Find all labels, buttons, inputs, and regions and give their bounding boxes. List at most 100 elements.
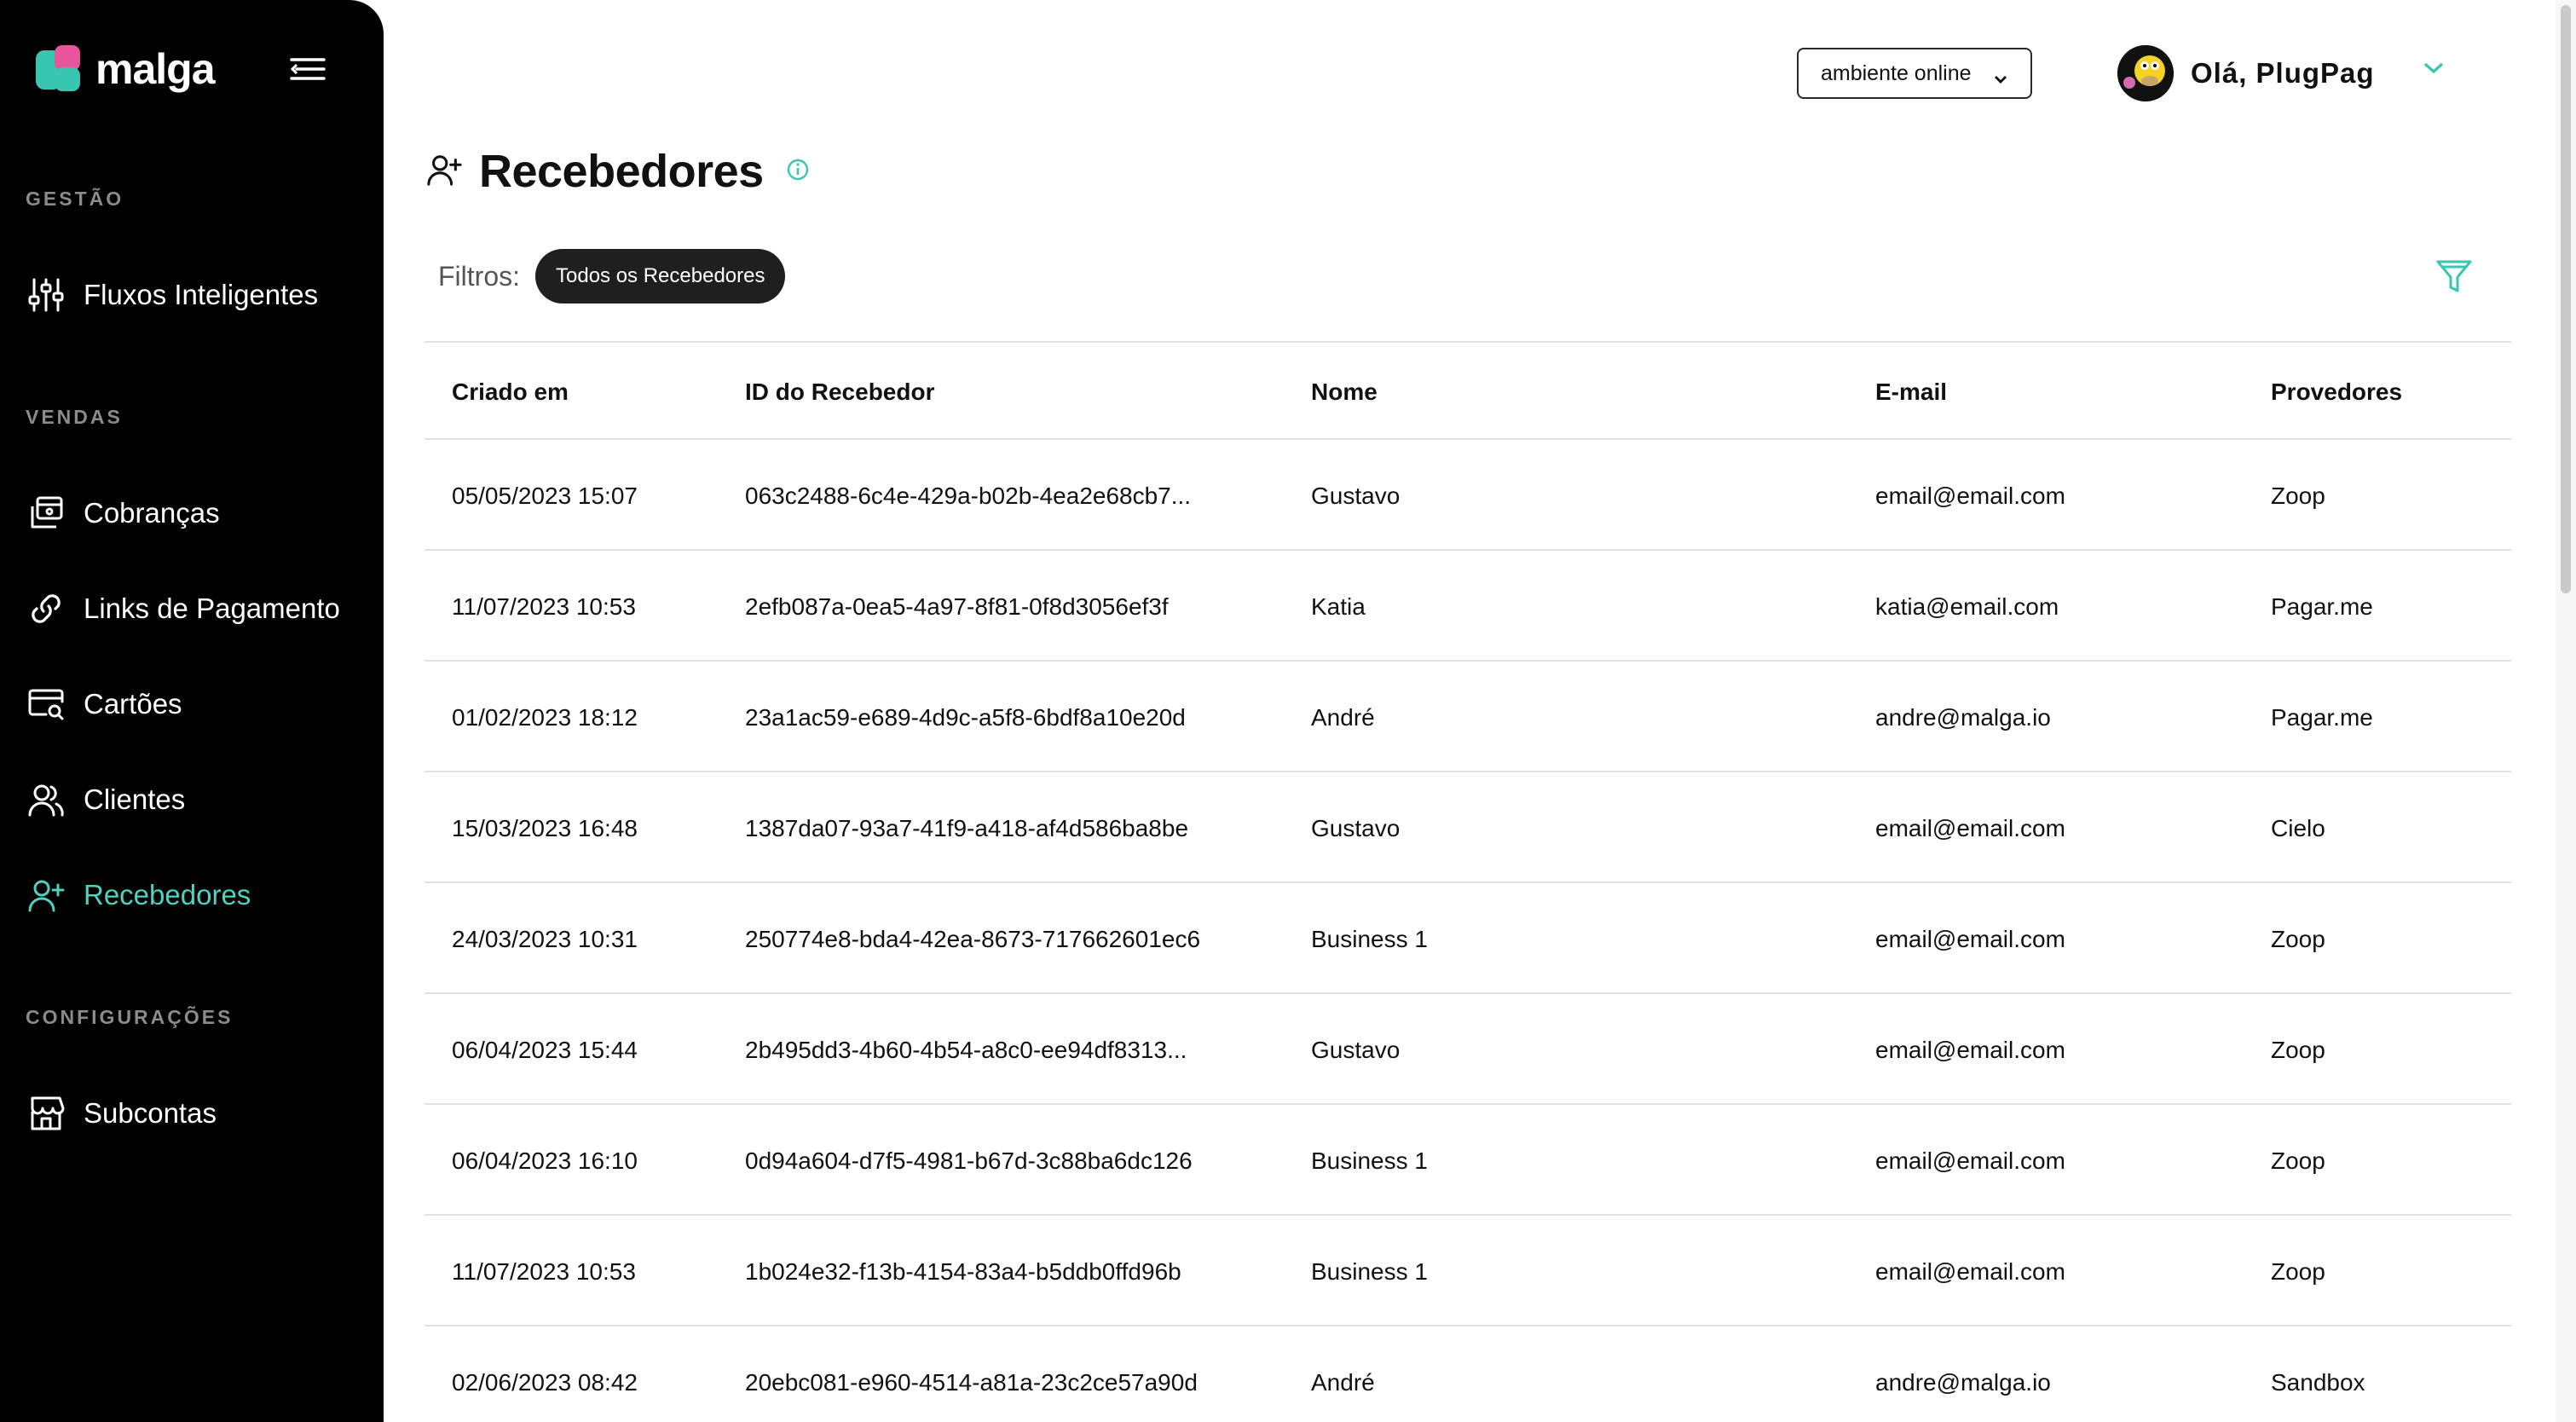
cell-name: Gustavo xyxy=(1311,483,1401,509)
menu-toggle-icon[interactable] xyxy=(290,56,326,82)
page-header: Recebedores xyxy=(426,145,810,198)
column-header-email[interactable]: E-mail xyxy=(1875,379,1947,406)
cell-provider: Sandbox xyxy=(2271,1369,2365,1396)
sidebar-item-links-de-pagamento[interactable]: Links de Pagamento xyxy=(26,585,340,633)
table-row[interactable]: 06/04/2023 15:44 2b495dd3-4b60-4b54-a8c0… xyxy=(425,994,2511,1105)
cell-id: 063c2488-6c4e-429a-b02b-4ea2e68cb7... xyxy=(745,483,1192,509)
column-header-criado-em[interactable]: Criado em xyxy=(452,379,569,406)
cell-name: Katia xyxy=(1311,593,1366,620)
user-greeting: Olá, PlugPag xyxy=(2191,57,2375,89)
cell-name: Business 1 xyxy=(1311,926,1428,952)
sidebar-item-label: Links de Pagamento xyxy=(84,592,340,624)
sidebar-item-cartoes[interactable]: Cartões xyxy=(26,680,182,728)
cell-email: email@email.com xyxy=(1875,815,2065,841)
table-row[interactable]: 15/03/2023 16:48 1387da07-93a7-41f9-a418… xyxy=(425,772,2511,883)
table-row[interactable]: 24/03/2023 10:31 250774e8-bda4-42ea-8673… xyxy=(425,883,2511,994)
sidebar-item-label: Fluxos Inteligentes xyxy=(84,279,319,310)
table-row[interactable]: 01/02/2023 18:12 23a1ac59-e689-4d9c-a5f8… xyxy=(425,662,2511,772)
cell-created: 11/07/2023 10:53 xyxy=(452,1258,636,1285)
column-header-provedores[interactable]: Provedores xyxy=(2271,379,2402,406)
vertical-scrollbar[interactable] xyxy=(2556,0,2576,1422)
malga-logo[interactable]: malga xyxy=(36,44,216,94)
logo-text: malga xyxy=(95,45,216,93)
sidebar-item-label: Recebedores xyxy=(84,879,251,910)
environment-select[interactable]: ambiente online xyxy=(1797,48,2032,99)
scrollbar-thumb[interactable] xyxy=(2561,5,2571,593)
chevron-down-icon[interactable] xyxy=(2421,60,2446,81)
cell-email: andre@malga.io xyxy=(1875,1369,2051,1396)
table-row[interactable]: 11/07/2023 10:53 2efb087a-0ea5-4a97-8f81… xyxy=(425,551,2511,662)
user-plus-icon xyxy=(26,875,66,916)
page-title: Recebedores xyxy=(479,146,764,197)
environment-value: ambiente online xyxy=(1821,61,1972,85)
cell-provider: Zoop xyxy=(2271,1037,2325,1063)
cell-name: Business 1 xyxy=(1311,1147,1428,1174)
table-row[interactable]: 02/06/2023 08:42 20ebc081-e960-4514-a81a… xyxy=(425,1327,2511,1422)
card-search-icon xyxy=(26,684,66,725)
table-header: Criado em ID do Recebedor Nome E-mail Pr… xyxy=(425,341,2511,440)
filters-bar: Filtros: Todos os Recebedores xyxy=(438,249,786,303)
cell-id: 0d94a604-d7f5-4981-b67d-3c88ba6dc126 xyxy=(745,1147,1193,1174)
cell-created: 06/04/2023 16:10 xyxy=(452,1147,638,1174)
sliders-icon xyxy=(26,275,66,315)
cell-provider: Pagar.me xyxy=(2271,704,2373,731)
link-icon xyxy=(26,588,66,629)
cell-provider: Zoop xyxy=(2271,1147,2325,1174)
sidebar: malga GESTÃO Fluxos Inteligentes VENDAS … xyxy=(0,0,384,1422)
receivers-table: Criado em ID do Recebedor Nome E-mail Pr… xyxy=(425,341,2511,1422)
cell-email: email@email.com xyxy=(1875,1147,2065,1174)
charges-icon xyxy=(26,493,66,534)
sidebar-item-fluxos-inteligentes[interactable]: Fluxos Inteligentes xyxy=(26,271,318,319)
sidebar-item-label: Cartões xyxy=(84,688,182,720)
cell-name: André xyxy=(1311,704,1375,731)
cell-created: 15/03/2023 16:48 xyxy=(452,815,638,841)
table-row[interactable]: 05/05/2023 15:07 063c2488-6c4e-429a-b02b… xyxy=(425,440,2511,551)
section-label-gestao: GESTÃO xyxy=(26,188,124,210)
cell-id: 250774e8-bda4-42ea-8673-717662601ec6 xyxy=(745,926,1201,952)
cell-name: Gustavo xyxy=(1311,1037,1401,1063)
filter-chip-todos[interactable]: Todos os Recebedores xyxy=(535,249,786,303)
store-icon xyxy=(26,1093,66,1134)
cell-id: 23a1ac59-e689-4d9c-a5f8-6bdf8a10e20d xyxy=(745,704,1186,731)
users-icon xyxy=(26,779,66,820)
info-icon[interactable] xyxy=(786,158,810,186)
filter-icon[interactable] xyxy=(2434,257,2474,301)
sidebar-item-clientes[interactable]: Clientes xyxy=(26,776,185,824)
cell-id: 1b024e32-f13b-4154-83a4-b5ddb0ffd96b xyxy=(745,1258,1181,1285)
cell-id: 2efb087a-0ea5-4a97-8f81-0f8d3056ef3f xyxy=(745,593,1169,620)
cell-created: 11/07/2023 10:53 xyxy=(452,593,636,620)
filters-label: Filtros: xyxy=(438,260,520,292)
sidebar-item-label: Clientes xyxy=(84,783,186,815)
cell-provider: Zoop xyxy=(2271,483,2325,509)
cell-created: 24/03/2023 10:31 xyxy=(452,926,638,952)
avatar xyxy=(2117,45,2174,101)
table-row[interactable]: 11/07/2023 10:53 1b024e32-f13b-4154-83a4… xyxy=(425,1216,2511,1327)
cell-name: Gustavo xyxy=(1311,815,1401,841)
cell-name: Business 1 xyxy=(1311,1258,1428,1285)
cell-id: 1387da07-93a7-41f9-a418-af4d586ba8be xyxy=(745,815,1189,841)
cell-created: 01/02/2023 18:12 xyxy=(452,704,638,731)
cell-email: andre@malga.io xyxy=(1875,704,2051,731)
sidebar-item-subcontas[interactable]: Subcontas xyxy=(26,1090,217,1137)
cell-email: email@email.com xyxy=(1875,483,2065,509)
section-label-configuracoes: CONFIGURAÇÕES xyxy=(26,1006,234,1028)
cell-created: 05/05/2023 15:07 xyxy=(452,483,638,509)
user-plus-icon xyxy=(426,152,462,192)
column-header-nome[interactable]: Nome xyxy=(1311,379,1378,406)
sidebar-item-cobrancas[interactable]: Cobranças xyxy=(26,489,220,537)
cell-email: email@email.com xyxy=(1875,926,2065,952)
cell-provider: Cielo xyxy=(2271,815,2325,841)
cell-email: katia@email.com xyxy=(1875,593,2059,620)
section-label-vendas: VENDAS xyxy=(26,406,123,428)
column-header-id[interactable]: ID do Recebedor xyxy=(745,379,934,406)
user-menu[interactable]: Olá, PlugPag xyxy=(2117,43,2375,104)
cell-provider: Zoop xyxy=(2271,926,2325,952)
sidebar-item-recebedores[interactable]: Recebedores xyxy=(26,871,251,919)
chevron-down-icon xyxy=(1993,66,2008,91)
table-row[interactable]: 06/04/2023 16:10 0d94a604-d7f5-4981-b67d… xyxy=(425,1105,2511,1216)
cell-email: email@email.com xyxy=(1875,1037,2065,1063)
sidebar-item-label: Cobranças xyxy=(84,497,220,529)
malga-logo-mark xyxy=(36,45,84,93)
cell-provider: Pagar.me xyxy=(2271,593,2373,620)
cell-provider: Zoop xyxy=(2271,1258,2325,1285)
